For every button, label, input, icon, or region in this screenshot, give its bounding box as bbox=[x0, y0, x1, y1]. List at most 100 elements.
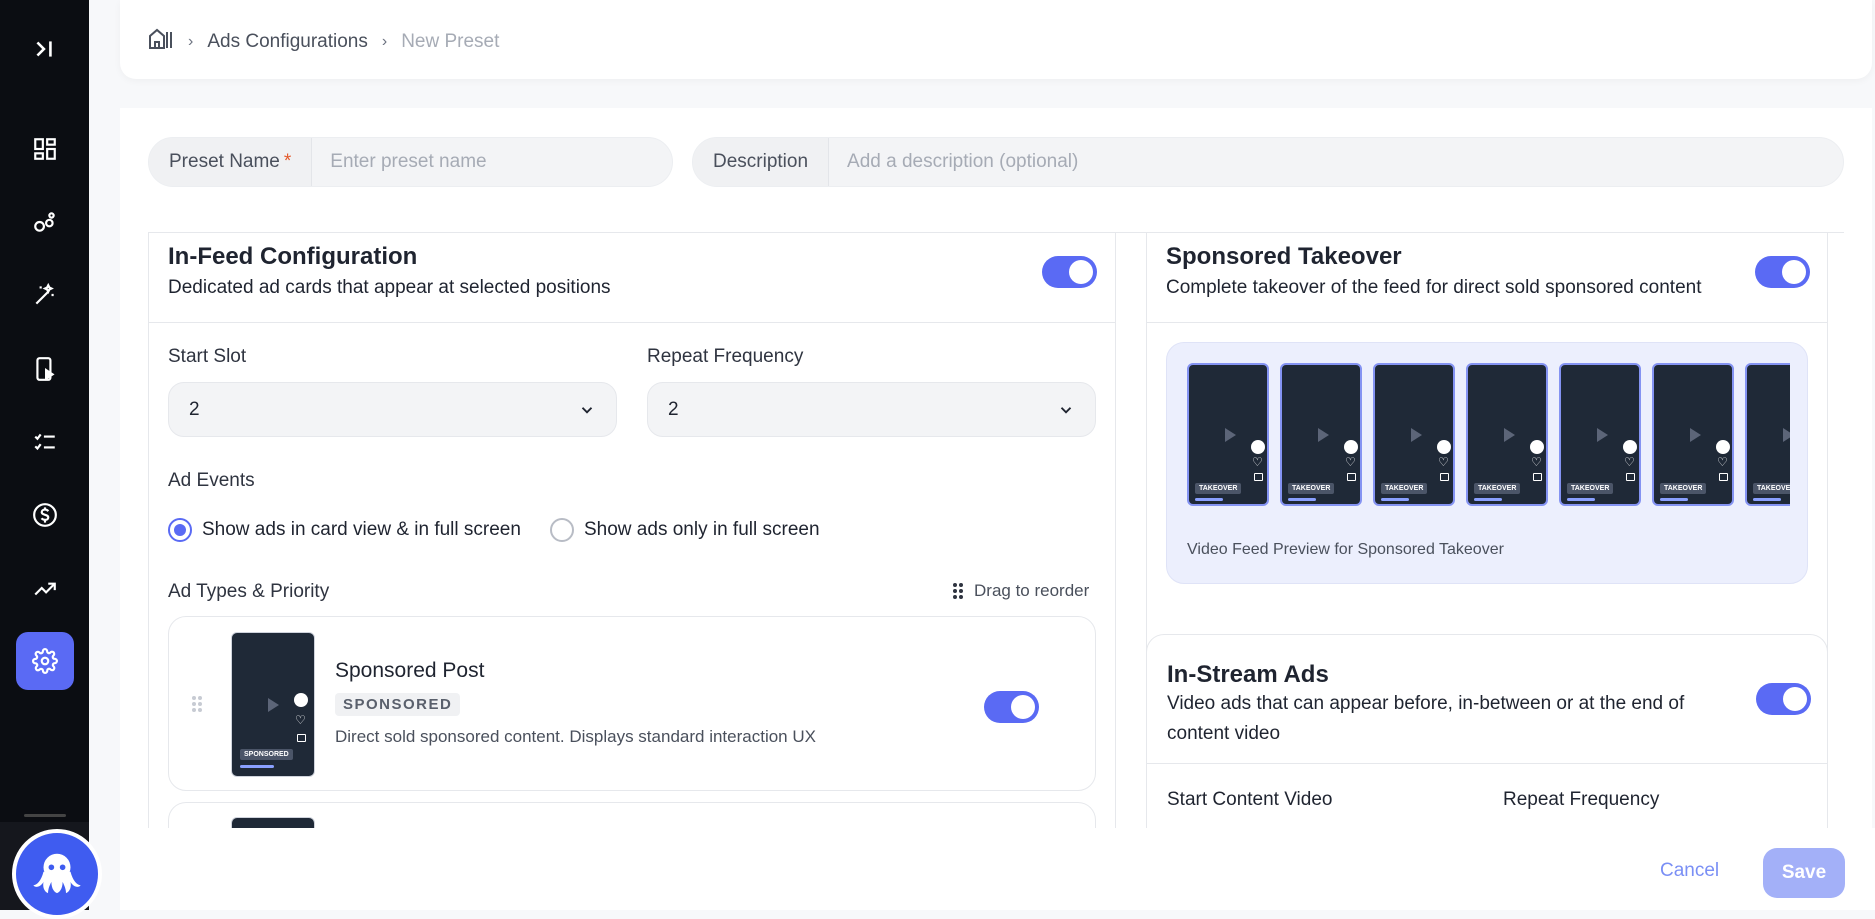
ad-events-option-1[interactable]: Show ads only in full screen bbox=[550, 518, 820, 542]
in-stream-title: In-Stream Ads bbox=[1167, 661, 1329, 688]
column-divider bbox=[1115, 232, 1116, 828]
comment-icon bbox=[1626, 473, 1635, 481]
takeover-thumbnail: ♡TAKEOVER bbox=[1559, 363, 1641, 506]
takeover-thumbnail: ♡TAKEOVER bbox=[1652, 363, 1734, 506]
comment-icon bbox=[1440, 473, 1449, 481]
play-icon bbox=[1411, 428, 1422, 442]
heart-icon: ♡ bbox=[1252, 455, 1263, 469]
heart-icon: ♡ bbox=[1531, 455, 1542, 469]
preview-thumbnails: ♡ TAKEOVER ♡ TAKEOVER ♡ TAKEOVER ♡ TAKEOVER ♡ TAK… bbox=[1187, 343, 1790, 533]
radio-selected[interactable] bbox=[168, 518, 192, 542]
progress-bar bbox=[1660, 498, 1688, 501]
sidebar-divider bbox=[24, 814, 66, 817]
thumb-tag: TAKEOVER bbox=[1474, 483, 1521, 494]
thumb-tag: SPONSORED bbox=[240, 749, 293, 760]
ad-type-card[interactable]: ♡ SPONSORED Sponsored Post SPONSORED Dir… bbox=[168, 616, 1096, 791]
sponsored-post-toggle[interactable] bbox=[984, 691, 1039, 723]
in-stream-card: In-Stream Ads Video ads that can appear … bbox=[1146, 634, 1828, 828]
save-button[interactable]: Save bbox=[1763, 848, 1845, 898]
progress-bar bbox=[1567, 498, 1595, 501]
start-slot-label: Start Slot bbox=[168, 346, 247, 367]
takeover-subtitle: Complete takeover of the feed for direct… bbox=[1166, 277, 1702, 298]
start-content-video-label: Start Content Video bbox=[1167, 789, 1333, 810]
takeover-toggle[interactable] bbox=[1755, 256, 1810, 288]
progress-bar bbox=[1195, 498, 1223, 501]
progress-bar bbox=[1288, 498, 1316, 501]
heart-icon: ♡ bbox=[1624, 455, 1635, 469]
play-icon bbox=[1690, 428, 1701, 442]
sidebar bbox=[0, 0, 89, 910]
ad-type-description: Direct sold sponsored content. Displays … bbox=[335, 727, 816, 746]
play-icon bbox=[1225, 428, 1236, 442]
takeover-thumbnail: ♡ TAKEOVER bbox=[1187, 363, 1269, 506]
video-phone-icon[interactable] bbox=[26, 350, 64, 388]
play-icon bbox=[1783, 428, 1790, 442]
dollar-icon[interactable] bbox=[26, 496, 64, 534]
heart-icon: ♡ bbox=[295, 713, 306, 727]
takeover-thumbnail: ♡TAKEOVER bbox=[1745, 363, 1790, 506]
takeover-thumbnail: ♡TAKEOVER bbox=[1280, 363, 1362, 506]
profile-dot-icon bbox=[1716, 440, 1730, 454]
preview-caption: Video Feed Preview for Sponsored Takeove… bbox=[1187, 541, 1504, 558]
footer-bar bbox=[120, 828, 1875, 910]
start-slot-select[interactable]: 2 bbox=[168, 382, 617, 437]
progress-bar bbox=[240, 765, 274, 768]
expand-sidebar-icon[interactable] bbox=[26, 30, 64, 68]
radio-unselected[interactable] bbox=[550, 518, 574, 542]
preset-name-label: Preset Name * bbox=[149, 138, 313, 186]
thumb-tag: TAKEOVER bbox=[1381, 483, 1428, 494]
analytics-icon[interactable] bbox=[26, 569, 64, 607]
description-label: Description bbox=[693, 138, 830, 186]
ad-events-option-label: Show ads in card view & in full screen bbox=[202, 519, 521, 540]
preset-name-input[interactable] bbox=[312, 138, 672, 186]
bubbles-icon[interactable] bbox=[26, 203, 64, 241]
breadcrumb-ads-configurations[interactable]: Ads Configurations bbox=[207, 31, 368, 53]
repeat-frequency-select[interactable]: 2 bbox=[647, 382, 1096, 437]
settings-icon[interactable] bbox=[16, 632, 74, 690]
chevron-down-icon bbox=[581, 406, 593, 414]
progress-bar bbox=[1753, 498, 1781, 501]
progress-bar bbox=[1381, 498, 1409, 501]
drag-handle-icon[interactable] bbox=[191, 695, 203, 713]
takeover-left-border bbox=[1146, 232, 1147, 712]
profile-dot-icon bbox=[1623, 440, 1637, 454]
repeat-frequency-value: 2 bbox=[668, 398, 679, 420]
infeed-header-divider bbox=[148, 322, 1115, 323]
profile-dot-icon bbox=[1251, 440, 1265, 454]
chevron-right-icon: › bbox=[188, 33, 194, 50]
comment-icon bbox=[297, 734, 306, 742]
heart-icon: ♡ bbox=[1438, 455, 1449, 469]
ad-events-option-label: Show ads only in full screen bbox=[584, 519, 820, 540]
magic-wand-icon[interactable] bbox=[26, 276, 64, 314]
takeover-header-divider bbox=[1146, 322, 1827, 323]
play-icon bbox=[1318, 428, 1329, 442]
thumb-tag: TAKEOVER bbox=[1753, 483, 1790, 494]
preset-name-field: Preset Name * bbox=[148, 137, 673, 187]
infeed-toggle[interactable] bbox=[1042, 256, 1097, 288]
in-stream-toggle[interactable] bbox=[1756, 683, 1811, 715]
checklist-icon[interactable] bbox=[26, 423, 64, 461]
thumb-tag: TAKEOVER bbox=[1288, 483, 1335, 494]
takeover-preview: ♡ TAKEOVER ♡ TAKEOVER ♡ TAKEOVER ♡ TAKEOVER ♡ TAK… bbox=[1166, 342, 1808, 584]
main-content: Preset Name* Description In-Feed Configu… bbox=[120, 108, 1872, 847]
drag-handle-icon bbox=[953, 583, 963, 599]
ad-types-label: Ad Types & Priority bbox=[168, 581, 330, 602]
description-input[interactable] bbox=[829, 138, 1843, 186]
in-stream-subtitle: Video ads that can appear before, in-bet… bbox=[1167, 693, 1685, 744]
takeover-title: Sponsored Takeover bbox=[1166, 243, 1402, 270]
octopus-logo-avatar[interactable] bbox=[12, 829, 102, 919]
chevron-right-icon: › bbox=[381, 33, 388, 50]
chevron-down-icon bbox=[1060, 406, 1072, 414]
comment-icon bbox=[1719, 473, 1728, 481]
play-icon bbox=[1597, 428, 1608, 442]
drag-hint: Drag to reorder bbox=[952, 581, 1089, 601]
takeover-thumbnail: ♡ TAKEOVER bbox=[1466, 363, 1548, 506]
profile-dot-icon bbox=[1344, 440, 1358, 454]
dashboard-icon[interactable] bbox=[26, 130, 64, 168]
ad-events-option-0[interactable]: Show ads in card view & in full screen bbox=[168, 518, 521, 542]
repeat-frequency-label: Repeat Frequency bbox=[647, 346, 804, 367]
home-icon[interactable] bbox=[148, 28, 174, 56]
thumb-tag: TAKEOVER bbox=[1195, 483, 1242, 494]
infeed-subtitle: Dedicated ad cards that appear at select… bbox=[168, 277, 611, 298]
cancel-button[interactable]: Cancel bbox=[1660, 860, 1719, 882]
